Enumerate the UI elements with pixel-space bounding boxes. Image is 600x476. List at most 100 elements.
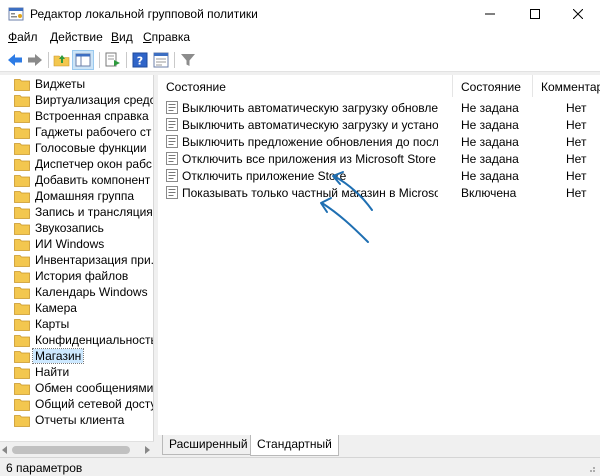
tree-item[interactable]: Виртуализация средс [0,92,153,108]
setting-state: Не задана [461,101,519,115]
tree-horizontal-scrollbar[interactable] [0,441,154,457]
title-bar[interactable]: Редактор локальной групповой политики [0,0,600,28]
tree-item[interactable]: Обмен сообщениями [0,380,154,396]
menu-help-accesskey: С [143,30,152,44]
menu-help[interactable]: Справка [143,30,190,44]
folder-icon [14,287,30,299]
resize-grip-icon[interactable] [586,463,596,473]
tree-item[interactable]: Звукозапись [0,220,153,236]
properties-icon[interactable] [152,51,170,69]
tree-item-label: Общий сетевой досту [35,397,154,411]
menu-action[interactable]: Действие [50,30,103,44]
table-row[interactable]: Выключить предложение обновления до посл… [158,133,600,150]
table-row[interactable]: Отключить все приложения из Microsoft St… [158,150,600,167]
policy-setting-icon [166,186,178,199]
tree-item[interactable]: Карты [0,316,153,332]
tree-item[interactable]: Голосовые функции [0,140,153,156]
up-folder-icon[interactable] [53,51,71,69]
setting-name: Отключить приложение Store [182,169,347,183]
gpedit-app-icon [8,7,24,21]
filter-icon[interactable] [179,51,197,69]
tree-item[interactable]: Виджеты [0,76,153,92]
tree-item[interactable]: Камера [0,300,153,316]
toolbar-separator [126,52,127,68]
maximize-button[interactable] [513,0,557,28]
minimize-icon [485,13,495,15]
tree-item[interactable]: Встроенная справка [0,108,153,124]
tree-item-label: Гаджеты рабочего ст [35,125,152,139]
tree-item[interactable]: ИИ Windows [0,236,153,252]
column-header-setting[interactable]: Состояние [158,75,453,97]
tree-item[interactable]: Гаджеты рабочего ст [0,124,153,140]
tree-item-label: ИИ Windows [35,237,105,251]
tree-item[interactable]: Конфиденциальность [0,332,153,348]
tree-pane-icon [75,53,91,67]
back-arrow-icon[interactable] [6,51,24,69]
scroll-right-icon[interactable] [145,446,150,454]
tree-item-label: Виджеты [35,77,86,91]
menu-view[interactable]: Вид [111,30,133,44]
tree-item[interactable]: Запись и трансляция [0,204,153,220]
setting-state: Не задана [461,152,519,166]
tab-extended[interactable]: Расширенный [162,435,255,455]
tree-item[interactable]: Инвентаризация при. [0,252,153,268]
setting-comment: Нет [566,135,587,149]
toolbar-separator [174,52,175,68]
tree-item[interactable]: Календарь Windows [0,284,153,300]
setting-state: Не задана [461,169,519,183]
close-icon [573,9,583,19]
column-header-comment[interactable]: Комментар [533,75,600,97]
tree-item[interactable]: Диспетчер окон рабс [0,156,153,172]
table-row[interactable]: Выключить автоматическую загрузку и уста… [158,116,600,133]
setting-state: Не задана [461,135,519,149]
menu-file-accesskey: Ф [8,30,18,44]
setting-name: Показывать только частный магазин в Micr… [182,186,438,200]
column-header-comment-label: Комментар [541,80,600,94]
menu-view-accesskey: В [111,30,120,44]
tab-extended-label: Расширенный [169,437,248,451]
policy-setting-icon [166,152,178,165]
folder-icon [14,399,30,411]
tree-item-label: Обмен сообщениями [35,381,154,395]
tree-item[interactable]: Общий сетевой досту [0,396,154,412]
export-list-icon[interactable] [104,51,122,69]
tree-item[interactable]: Отчеты клиента [0,412,153,428]
folder-icon [14,351,30,363]
tree-item[interactable]: Добавить компонент [0,172,153,188]
folder-icon [14,303,30,315]
folder-icon [14,191,30,203]
tab-standard[interactable]: Стандартный [250,435,339,456]
table-row[interactable]: Выключить автоматическую загрузку обновл… [158,99,600,116]
close-button[interactable] [556,0,600,28]
tree-item[interactable]: Магазин [0,348,153,364]
scrollbar-thumb[interactable] [12,446,130,454]
minimize-button[interactable] [468,0,512,28]
menu-action-label: ействие [58,30,103,44]
tree-item-label: Встроенная справка [35,109,149,123]
forward-arrow-icon[interactable] [26,51,44,69]
help-icon[interactable]: ? [131,51,149,69]
setting-state: Включена [461,186,517,200]
folder-icon [14,143,30,155]
scroll-left-icon[interactable] [2,446,7,454]
tree-item-label: Добавить компонент [35,173,151,187]
folder-icon [14,95,30,107]
tree-item[interactable]: Домашняя группа [0,188,153,204]
policy-tree[interactable]: Виджеты Виртуализация средс Встроенная спр… [0,75,154,457]
policy-setting-icon [166,101,178,114]
setting-comment: Нет [566,152,587,166]
policy-setting-icon [166,135,178,148]
table-row[interactable]: Показывать только частный магазин в Micr… [158,184,600,201]
status-text: 6 параметров [6,461,83,475]
tree-item[interactable]: История файлов [0,268,153,284]
toolbar: ? [0,48,600,72]
tree-item[interactable]: Найти [0,364,153,380]
folder-icon [14,159,30,171]
folder-icon [14,335,30,347]
folder-icon [14,239,30,251]
table-row[interactable]: Отключить приложение Store Не задана Нет [158,167,600,184]
setting-comment: Нет [566,186,587,200]
column-header-state[interactable]: Состояние [453,75,533,97]
menu-file[interactable]: Файл [8,30,38,44]
policy-setting-icon [166,118,178,131]
